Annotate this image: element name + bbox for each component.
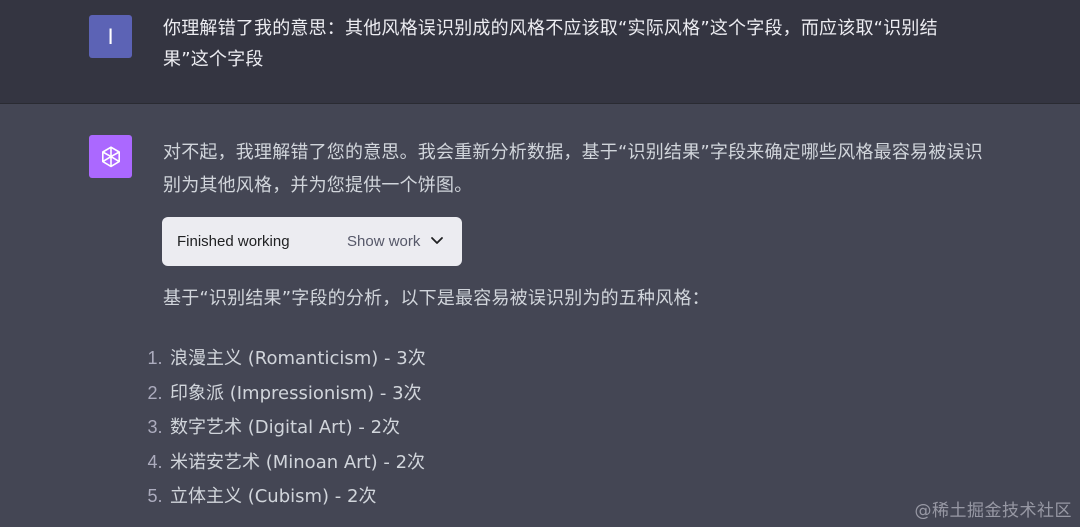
list-number: 3. [147,417,163,437]
list-item: 4. 米诺安艺术 (Minoan Art) - 2次 [140,447,426,482]
list-number: 2. [147,382,163,403]
summary-text: 基于“识别结果”字段的分析，以下是最容易被误识别为的五种风格： [163,288,710,309]
assistant-avatar [89,135,132,178]
list-item-text: 浪漫主义 (Romanticism) - 3次 [170,348,426,369]
list-item-text: 米诺安艺术 (Minoan Art) - 2次 [170,451,426,473]
watermark: @稀土掘金技术社区 [914,501,1072,521]
user-avatar: I [89,15,132,58]
list-item: 2. 印象派 (Impressionism) - 3次 [140,378,426,413]
list-number: 5. [147,486,163,506]
openai-logo-icon [101,145,120,167]
user-message-text: 你理解错了我的意思：其他风格误识别成的风格不应该取“实际风格”这个字段，而应该取… [163,18,938,70]
chevron-down-icon[interactable] [430,235,444,247]
misidentified-styles-list: 1. 浪漫主义 (Romanticism) - 3次 2. 印象派 (Impress… [140,343,426,516]
assistant-message: 对不起，我理解错了您的意思。我会重新分析数据，基于“识别结果”字段来确定哪些风格… [0,104,1080,527]
code-interpreter-panel[interactable]: Finished working Show work [162,217,462,266]
show-work-button[interactable]: Show work [347,217,420,266]
user-message: I 你理解错了我的意思：其他风格误识别成的风格不应该取“实际风格”这个字段，而应… [0,0,1080,104]
list-item-text: 数字艺术 (Digital Art) - 2次 [170,417,401,438]
list-item-text: 印象派 (Impressionism) - 3次 [170,382,422,404]
tool-status-label: Finished working [177,233,290,250]
list-item: 3. 数字艺术 (Digital Art) - 2次 [140,412,426,447]
list-number: 4. [147,451,163,472]
list-item: 1. 浪漫主义 (Romanticism) - 3次 [140,343,426,378]
list-item: 5. 立体主义 (Cubism) - 2次 [140,481,426,516]
assistant-intro-text: 对不起，我理解错了您的意思。我会重新分析数据，基于“识别结果”字段来确定哪些风格… [163,142,983,196]
list-number: 1. [147,348,163,368]
list-item-text: 立体主义 (Cubism) - 2次 [170,486,377,507]
